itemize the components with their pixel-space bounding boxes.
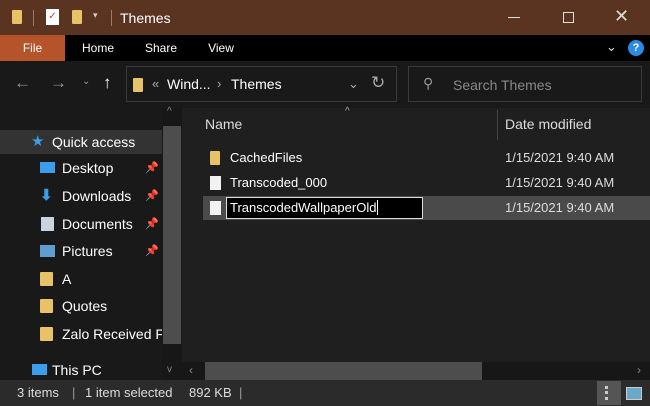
ribbon: File Home Share View ⌄ ?: [0, 35, 650, 61]
pin-icon: 📌: [145, 245, 159, 257]
overflow-crumb[interactable]: «: [152, 76, 159, 91]
divider: |: [72, 385, 76, 400]
scrollbar-thumb[interactable]: [163, 126, 181, 344]
selection-count: 1 item selected: [85, 385, 173, 400]
folder-icon: [40, 299, 53, 313]
divider: |: [239, 385, 243, 400]
sidebar-item-zalo-received-files[interactable]: Zalo Received Fi: [0, 322, 162, 346]
scroll-right-icon[interactable]: ›: [637, 363, 641, 377]
file-list: ^ Name Date modified CachedFiles 1/15/20…: [182, 106, 650, 380]
search-input[interactable]: Search Themes: [453, 77, 552, 93]
pin-icon: 📌: [145, 190, 159, 202]
desktop-icon: [40, 162, 55, 173]
window-title: Themes: [120, 10, 171, 26]
title-bar: ✓ ▾ Themes ✕: [0, 0, 650, 35]
tab-home[interactable]: Home: [72, 35, 124, 61]
pin-icon: 📌: [145, 162, 159, 174]
tab-file[interactable]: File: [0, 35, 65, 61]
sidebar-item-documents[interactable]: Documents 📌: [0, 212, 162, 236]
sidebar-item-a[interactable]: A: [0, 267, 162, 291]
file-row-selected[interactable]: TranscodedWallpaperOld 1/15/2021 9:40 AM: [203, 196, 650, 220]
sidebar-item-label: This PC: [52, 362, 102, 378]
file-row[interactable]: CachedFiles 1/15/2021 9:40 AM: [203, 146, 650, 170]
documents-icon: [41, 217, 54, 231]
computer-icon: [32, 364, 47, 375]
breadcrumb-separator: ›: [217, 76, 222, 91]
tab-view[interactable]: View: [198, 35, 244, 61]
search-box[interactable]: ⚲ Search Themes: [408, 66, 642, 102]
sort-ascending-icon: ^: [345, 106, 350, 117]
file-name: CachedFiles: [230, 150, 303, 165]
address-dropdown-icon[interactable]: ⌄: [348, 76, 359, 92]
search-icon: ⚲: [423, 75, 434, 91]
item-count: 3 items: [17, 385, 59, 400]
rename-value: TranscodedWallpaperOld: [230, 200, 377, 215]
sidebar-item-label: Quick access: [52, 134, 136, 150]
recent-locations-button[interactable]: ⌄: [82, 76, 90, 87]
horizontal-scrollbar[interactable]: ‹ ›: [182, 362, 650, 380]
maximize-button[interactable]: [563, 12, 574, 23]
folder-icon: [133, 78, 143, 92]
folder-icon: [12, 10, 22, 24]
close-button[interactable]: ✕: [614, 6, 629, 27]
file-date: 1/15/2021 9:40 AM: [505, 150, 615, 165]
sidebar-scrollbar[interactable]: ^ v: [162, 106, 182, 380]
status-bar: 3 items | 1 item selected 892 KB |: [0, 380, 650, 406]
sidebar-item-pictures[interactable]: Pictures 📌: [0, 239, 162, 263]
column-header-date-modified[interactable]: Date modified: [505, 116, 591, 132]
file-icon: [210, 201, 221, 215]
rename-input[interactable]: TranscodedWallpaperOld: [226, 197, 423, 219]
tab-share[interactable]: Share: [136, 35, 186, 61]
file-name: Transcoded_000: [230, 175, 328, 190]
customize-toolbar-icon[interactable]: ▾: [93, 10, 98, 21]
sidebar-item-downloads[interactable]: ⬇ Downloads 📌: [0, 184, 162, 208]
forward-button[interactable]: →: [50, 73, 67, 93]
folder-icon: [210, 151, 220, 165]
folder-icon: [40, 272, 53, 286]
address-bar[interactable]: « Wind... › Themes ⌄ ↻: [126, 66, 397, 102]
sidebar-item-label: Zalo Received Fi: [62, 326, 162, 342]
new-folder-icon[interactable]: [72, 10, 82, 24]
large-icons-view-button[interactable]: [626, 387, 642, 400]
properties-icon[interactable]: ✓: [46, 9, 59, 25]
back-button[interactable]: ←: [14, 73, 31, 93]
scrollbar-thumb[interactable]: [205, 362, 482, 380]
scroll-left-icon[interactable]: ‹: [189, 363, 193, 377]
divider: [111, 10, 112, 26]
minimize-button[interactable]: [508, 17, 520, 18]
sidebar-item-desktop[interactable]: Desktop 📌: [0, 156, 162, 180]
navigation-pane: ^ v ★ Quick access Desktop 📌 ⬇ Downloads 📌…: [0, 106, 182, 382]
file-date: 1/15/2021 9:40 AM: [505, 175, 615, 190]
details-view-button[interactable]: [597, 381, 621, 405]
file-row[interactable]: Transcoded_000 1/15/2021 9:40 AM: [203, 171, 650, 195]
download-icon: ⬇: [40, 187, 53, 204]
expand-ribbon-icon[interactable]: ⌄: [606, 39, 617, 55]
text-cursor: [377, 200, 379, 215]
help-icon[interactable]: ?: [628, 40, 644, 56]
divider: [33, 10, 34, 26]
sidebar-item-quotes[interactable]: Quotes: [0, 294, 162, 318]
file-icon: [210, 176, 221, 190]
breadcrumb-themes[interactable]: Themes: [231, 76, 282, 92]
refresh-button[interactable]: ↻: [371, 73, 385, 93]
pictures-icon: [40, 245, 55, 257]
selection-size: 892 KB: [189, 385, 232, 400]
sidebar-item-quick-access[interactable]: ★ Quick access: [0, 130, 162, 154]
up-button[interactable]: ↑: [103, 73, 112, 93]
folder-icon: [40, 327, 53, 341]
file-date: 1/15/2021 9:40 AM: [505, 200, 615, 215]
sidebar-item-this-pc[interactable]: This PC: [0, 358, 162, 382]
breadcrumb-windows[interactable]: Wind...: [167, 76, 211, 92]
pin-icon: 📌: [145, 218, 159, 230]
sidebar-item-label: A: [62, 271, 72, 287]
column-divider[interactable]: [497, 110, 498, 140]
column-header-name[interactable]: Name: [205, 116, 242, 132]
sidebar-item-label: Quotes: [62, 298, 108, 314]
navigation-bar: ← → ⌄ ↑ « Wind... › Themes ⌄ ↻ ⚲ Search …: [0, 61, 650, 108]
star-icon: ★: [31, 133, 45, 150]
